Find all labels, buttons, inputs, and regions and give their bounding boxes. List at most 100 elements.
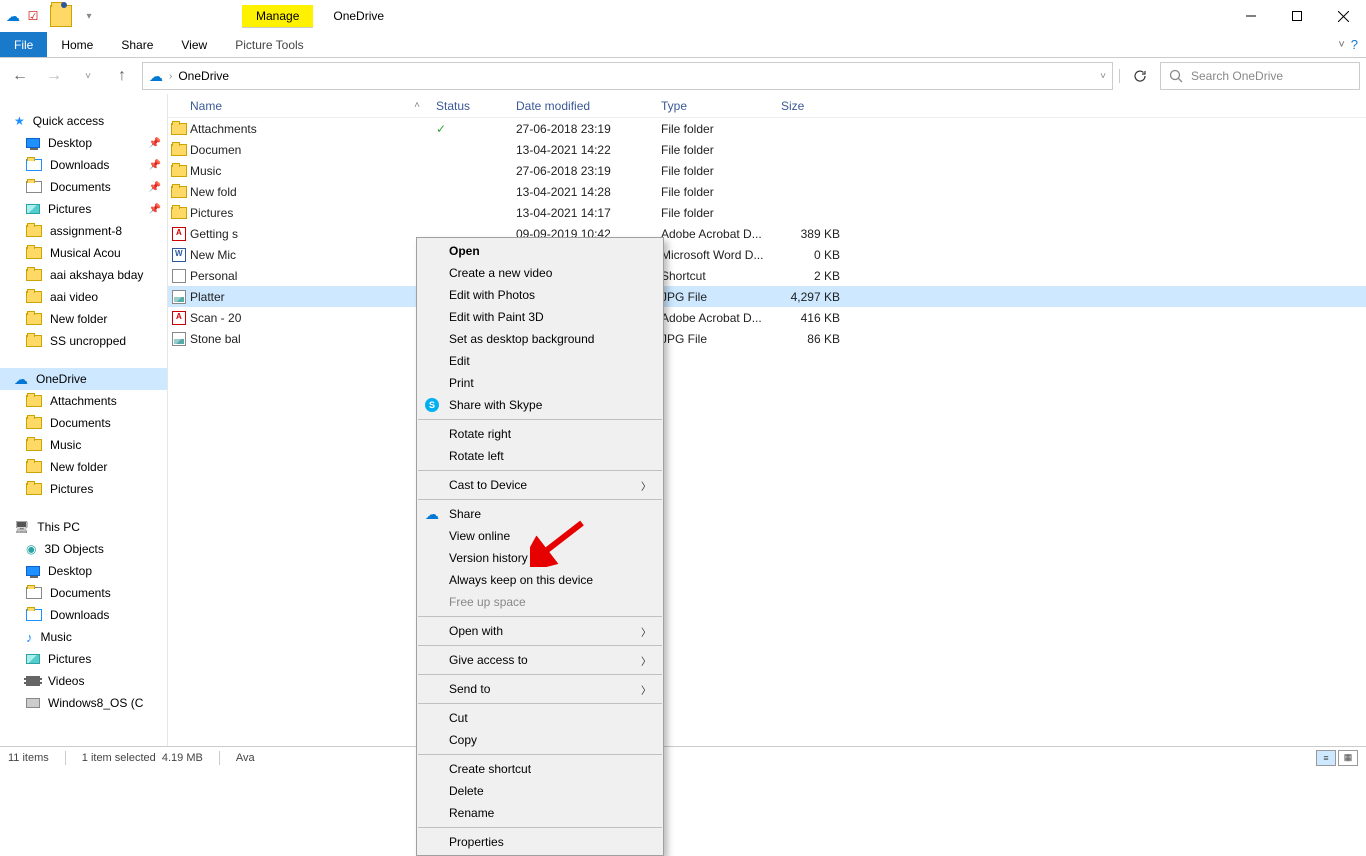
sidebar-item[interactable]: Videos [0,670,167,692]
file-row[interactable]: Music27-06-2018 23:19File folder [168,160,1366,181]
sidebar-item[interactable]: Pictures [0,648,167,670]
sidebar-quick-access[interactable]: ★ Quick access [0,110,167,132]
ctx-view-online[interactable]: View online [417,525,663,547]
sidebar-item[interactable]: Documents [0,412,167,434]
ctx-cast[interactable]: Cast to Device 〉 [417,474,663,496]
ctx-delete[interactable]: Delete [417,780,663,802]
sidebar-item[interactable]: Downloads📌 [0,154,167,176]
file-row[interactable]: Documen13-04-2021 14:22File folder [168,139,1366,160]
sidebar-item[interactable]: Attachments [0,390,167,412]
sidebar-item[interactable]: New folder [0,456,167,478]
chevron-right-icon[interactable]: › [169,71,172,82]
file-row[interactable]: Platter29-03-2021 08:33JPG File4,297 KB [168,286,1366,307]
file-row[interactable]: New fold13-04-2021 14:28File folder [168,181,1366,202]
ctx-edit[interactable]: Edit [417,350,663,372]
sidebar-item[interactable]: Music [0,434,167,456]
ctx-edit-paint3d[interactable]: Edit with Paint 3D [417,306,663,328]
maximize-button[interactable] [1274,1,1320,31]
file-row[interactable]: Personal13-04-2021 14:08Shortcut2 KB [168,265,1366,286]
forward-button[interactable]: → [40,62,68,90]
sidebar-this-pc[interactable]: 🖥 This PC [0,516,167,538]
pin-icon: 📌 [149,138,161,149]
ctx-share-skype[interactable]: S Share with Skype [417,394,663,416]
sidebar-item[interactable]: aai akshaya bday [0,264,167,286]
address-location[interactable]: OneDrive [178,69,229,83]
header-size[interactable]: Size [773,99,848,113]
ctx-give-access[interactable]: Give access to 〉 [417,649,663,671]
sidebar-item[interactable]: Pictures📌 [0,198,167,220]
picture-tools-tab[interactable]: Picture Tools [221,32,317,57]
file-row[interactable]: Scan - 2024-04-2021 09:19Adobe Acrobat D… [168,307,1366,328]
ctx-separator [418,827,662,828]
close-button[interactable] [1320,1,1366,31]
header-date[interactable]: Date modified [508,99,653,113]
ctx-set-background[interactable]: Set as desktop background [417,328,663,350]
thumbnails-view-button[interactable]: ▦ [1338,750,1358,766]
file-row[interactable]: Attachments✓27-06-2018 23:19File folder [168,118,1366,139]
sidebar-item[interactable]: ♪Music [0,626,167,648]
file-row[interactable]: Pictures13-04-2021 14:17File folder [168,202,1366,223]
refresh-button[interactable] [1126,62,1154,90]
sidebar-item[interactable]: Desktop📌 [0,132,167,154]
file-type: File folder [653,206,773,220]
sidebar-item[interactable]: Desktop [0,560,167,582]
contextual-tab-manage[interactable]: Manage [242,5,313,28]
file-tab[interactable]: File [0,32,47,57]
file-row[interactable]: New Mic11-04-2021 21:44Microsoft Word D.… [168,244,1366,265]
content-pane: Name ˄ Status Date modified Type Size At… [168,94,1366,746]
sidebar-item[interactable]: assignment-8 [0,220,167,242]
ctx-create-video[interactable]: Create a new video [417,262,663,284]
sidebar-item[interactable]: Pictures [0,478,167,500]
help-icon[interactable]: ? [1351,37,1358,52]
address-dropdown-icon[interactable]: ˅ [1100,71,1106,82]
ribbon-expand-icon[interactable]: ˅ [1338,39,1344,51]
sidebar-item[interactable]: Documents📌 [0,176,167,198]
qat-item-icon[interactable]: ☑ [24,7,42,25]
history-dropdown-icon[interactable]: ˅ [74,62,102,90]
ctx-open[interactable]: Open [417,240,663,262]
back-button[interactable]: ← [6,62,34,90]
home-tab[interactable]: Home [47,32,107,57]
sidebar-item[interactable]: ◉3D Objects [0,538,167,560]
sidebar-item[interactable]: Musical Acou [0,242,167,264]
view-tab[interactable]: View [167,32,221,57]
ctx-label: Cast to Device [449,478,527,492]
header-name[interactable]: Name ˄ [168,99,428,113]
sidebar-item[interactable]: Documents [0,582,167,604]
search-box[interactable]: Search OneDrive [1160,62,1360,90]
ctx-send-to[interactable]: Send to 〉 [417,678,663,700]
ctx-rotate-right[interactable]: Rotate right [417,423,663,445]
ctx-cut[interactable]: Cut [417,707,663,729]
ctx-copy[interactable]: Copy [417,729,663,751]
status-item-count: 11 items [8,752,49,764]
sidebar-item[interactable]: Windows8_OS (C [0,692,167,714]
ctx-properties[interactable]: Properties [417,831,663,853]
up-button[interactable]: ↑ [108,62,136,90]
header-status[interactable]: Status [428,99,508,113]
header-type[interactable]: Type [653,99,773,113]
ctx-always-keep[interactable]: Always keep on this device [417,569,663,591]
ctx-rename[interactable]: Rename [417,802,663,824]
search-icon [1169,69,1183,83]
file-row[interactable]: Getting s09-09-2019 10:42Adobe Acrobat D… [168,223,1366,244]
ctx-print[interactable]: Print [417,372,663,394]
sidebar-item[interactable]: Downloads [0,604,167,626]
share-tab[interactable]: Share [107,32,167,57]
sidebar-onedrive[interactable]: ☁ OneDrive [0,368,167,390]
ctx-version-history[interactable]: Version history [417,547,663,569]
ctx-create-shortcut[interactable]: Create shortcut [417,758,663,780]
sidebar-item[interactable]: aai video [0,286,167,308]
qat-dropdown-icon[interactable]: ▾ [80,7,98,25]
file-row[interactable]: Stone bal29-03-2021 08:33JPG File86 KB [168,328,1366,349]
address-bar[interactable]: ☁ › OneDrive ˅ [142,62,1113,90]
ctx-rotate-left[interactable]: Rotate left [417,445,663,467]
ctx-edit-photos[interactable]: Edit with Photos [417,284,663,306]
file-type: File folder [653,164,773,178]
ctx-share[interactable]: ☁ Share [417,503,663,525]
sidebar-item[interactable]: New folder [0,308,167,330]
ctx-open-with[interactable]: Open with 〉 [417,620,663,642]
details-view-button[interactable]: ≡ [1316,750,1336,766]
context-menu: Open Create a new video Edit with Photos… [416,237,664,856]
sidebar-item[interactable]: SS uncropped [0,330,167,352]
minimize-button[interactable] [1228,1,1274,31]
